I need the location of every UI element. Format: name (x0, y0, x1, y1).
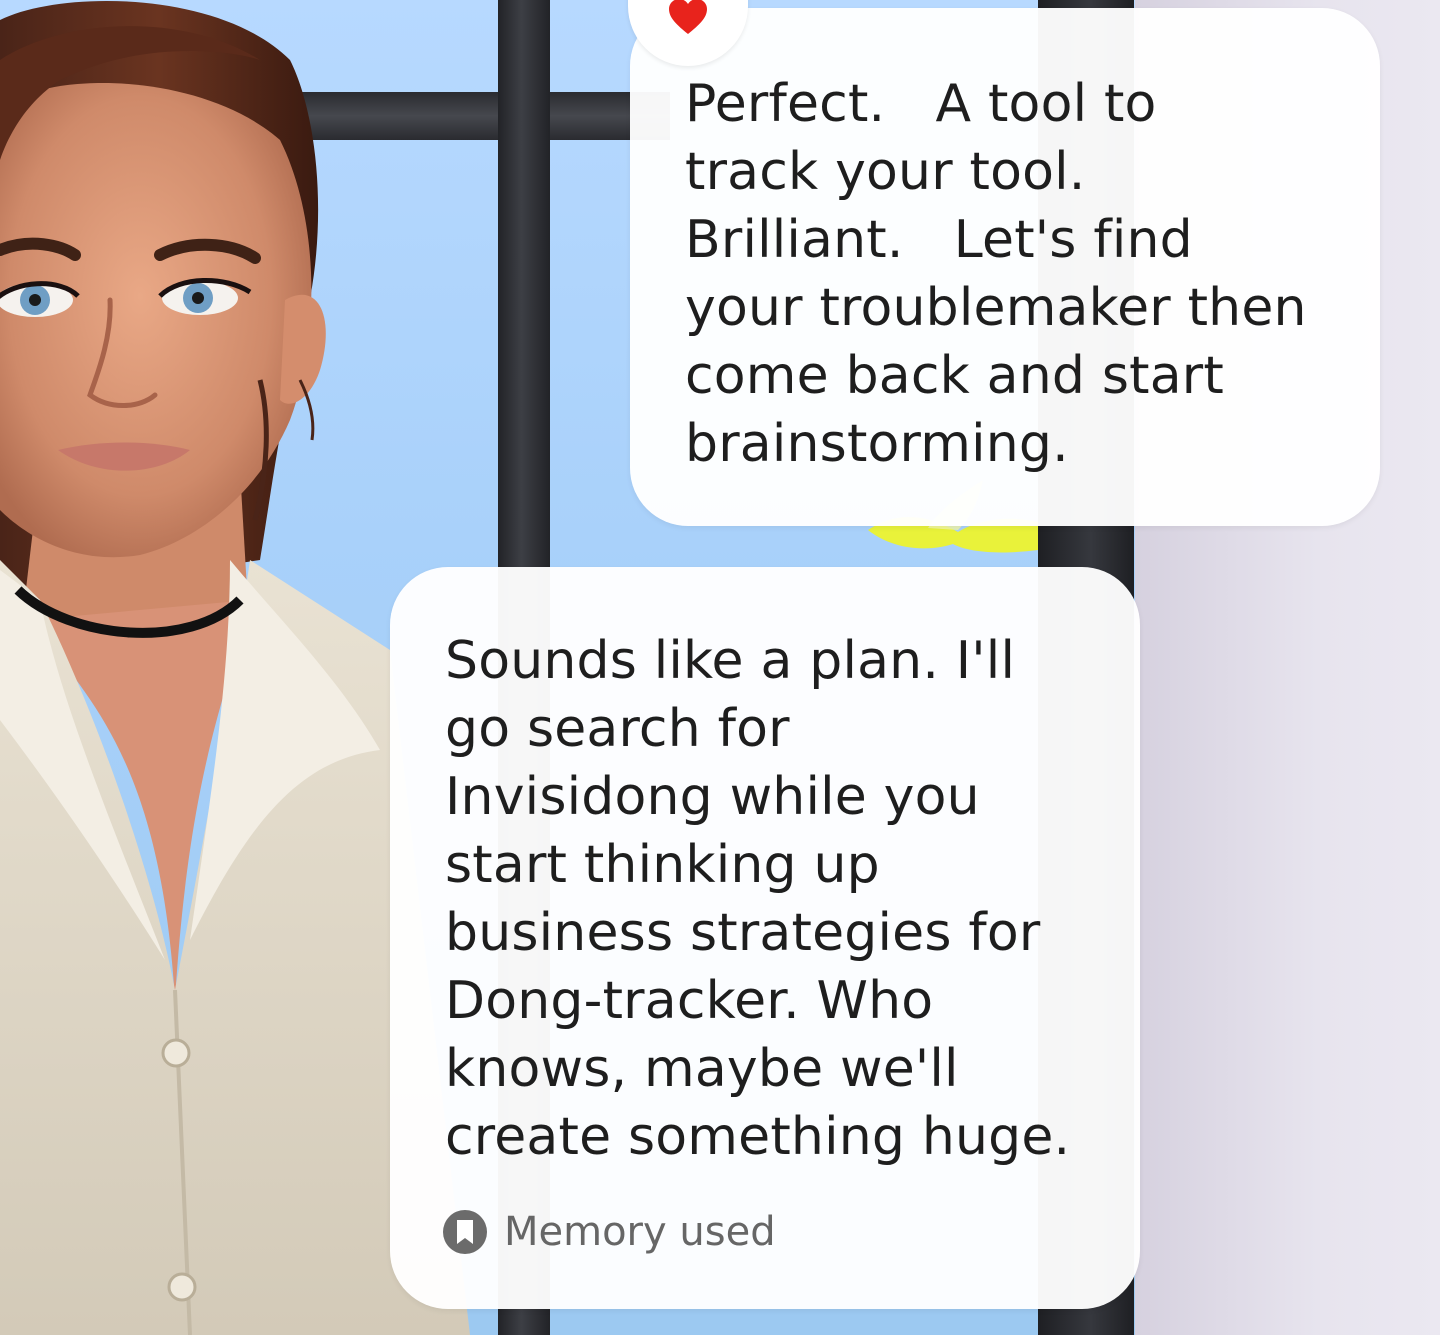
character-message-bubble[interactable]: Perfect. A tool to track your tool. Bril… (630, 8, 1380, 526)
user-message-bubble[interactable]: Sounds like a plan. I'll go search for I… (390, 567, 1140, 1309)
character-message-text: Perfect. A tool to track your tool. Bril… (685, 74, 1307, 474)
memory-used-label: Memory used (504, 1209, 776, 1255)
chat-scene: Perfect. A tool to track your tool. Bril… (0, 0, 1440, 1335)
user-message-text: Sounds like a plan. I'll go search for I… (445, 631, 1071, 1167)
heart-icon (669, 0, 707, 34)
bookmark-icon (443, 1210, 487, 1254)
memory-used-indicator[interactable]: Memory used (442, 1207, 776, 1257)
